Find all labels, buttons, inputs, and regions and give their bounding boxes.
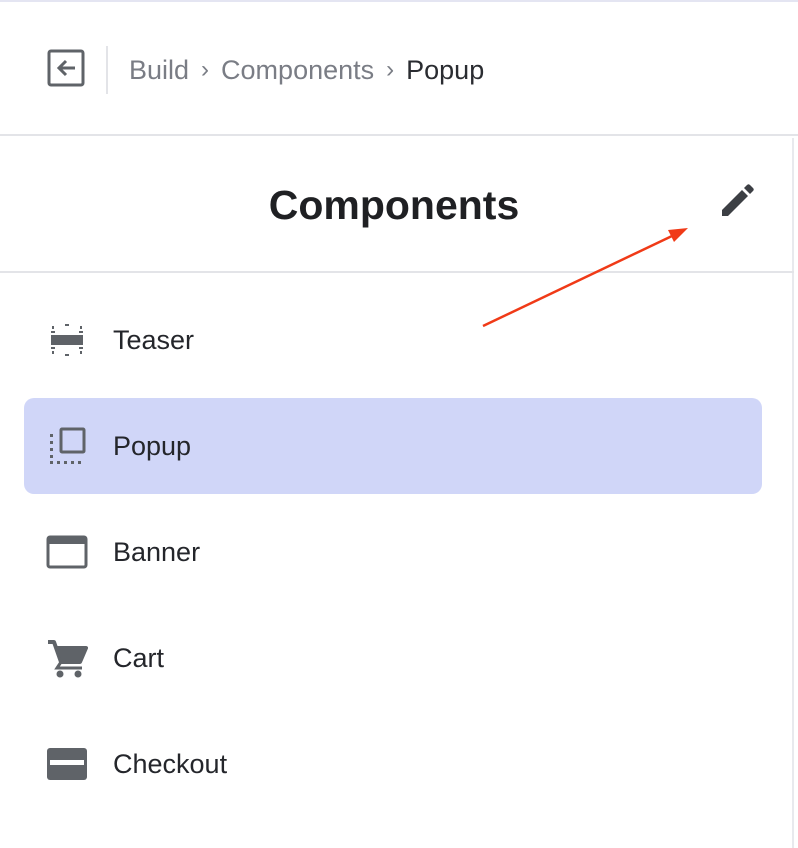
list-item-popup[interactable]: Popup: [24, 398, 762, 494]
pencil-icon: [716, 182, 756, 227]
components-panel: Components Teaser Popup Banner Cart Chec…: [0, 138, 794, 848]
panel-header: Components: [0, 138, 794, 273]
exit-arrow-icon: [47, 49, 85, 92]
banner-icon: [46, 532, 88, 572]
item-label: Cart: [113, 642, 165, 673]
breadcrumb-build[interactable]: Build: [129, 55, 189, 86]
edit-button[interactable]: [710, 178, 762, 230]
top-bar: Build › Components › Popup: [0, 2, 798, 136]
panel-title: Components: [268, 182, 520, 228]
breadcrumb-separator: ›: [386, 56, 395, 83]
item-label: Teaser: [113, 324, 195, 355]
list-item-teaser[interactable]: Teaser: [24, 292, 762, 388]
breadcrumb-current: Popup: [406, 54, 485, 85]
credit-card-icon: [46, 744, 88, 784]
breadcrumb-separator: ›: [201, 56, 210, 83]
item-label: Banner: [113, 536, 201, 567]
popup-icon: [46, 426, 88, 466]
breadcrumb: Build › Components › Popup: [129, 52, 484, 88]
components-list: Teaser Popup Banner Cart Checkout: [24, 292, 762, 822]
list-item-banner[interactable]: Banner: [24, 504, 762, 600]
item-label: Popup: [113, 430, 192, 461]
cart-icon: [46, 638, 88, 678]
breadcrumb-components[interactable]: Components: [221, 55, 374, 86]
topbar-divider: [106, 46, 108, 94]
list-item-checkout[interactable]: Checkout: [24, 716, 762, 812]
teaser-icon: [46, 320, 88, 360]
back-button[interactable]: [44, 48, 88, 92]
list-item-cart[interactable]: Cart: [24, 610, 762, 706]
item-label: Checkout: [113, 748, 228, 779]
